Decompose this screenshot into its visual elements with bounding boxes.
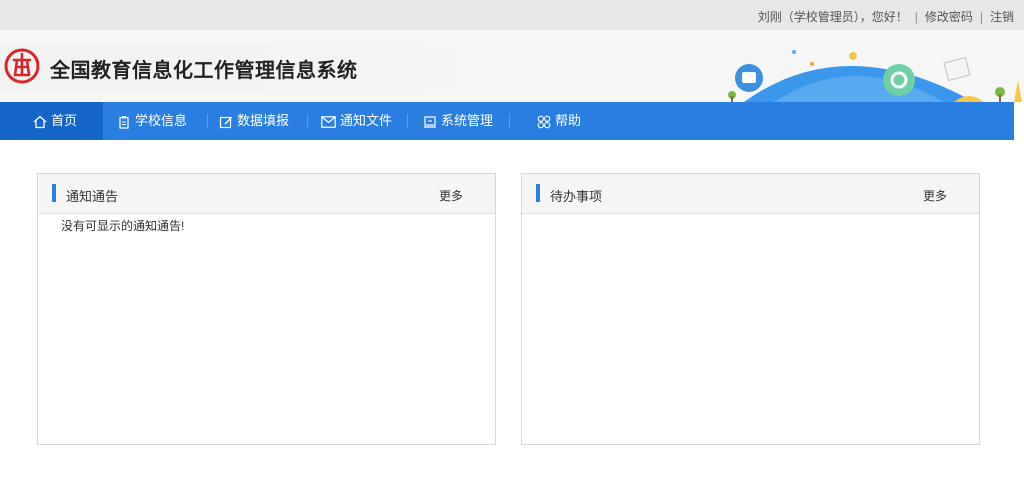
nav-item-label: 学校信息 <box>135 113 188 128</box>
education-seal-icon <box>4 48 40 84</box>
banner-illustration <box>728 50 1022 102</box>
separator: | <box>914 10 918 24</box>
user-greeting: 刘刚（学校管理员），您好！ <box>757 10 908 24</box>
panel-title: 通知通告 <box>66 189 119 204</box>
main-nav: 首页 学校信息 数据填报 通知文件 系统管理 帮助 <box>0 102 1014 140</box>
notices-panel: 通知通告 更多 没有可显示的通知通告! <box>37 173 496 445</box>
todos-more-link[interactable]: 更多 <box>923 187 947 204</box>
user-info: 刘刚（学校管理员），您好！ | 修改密码 | 注销 <box>758 8 1014 25</box>
todos-body <box>522 214 979 217</box>
grid-icon <box>537 115 551 128</box>
home-icon <box>33 115 47 128</box>
panel-title: 待办事项 <box>550 189 603 204</box>
nav-item-label: 通知文件 <box>340 113 393 128</box>
top-bar: 刘刚（学校管理员），您好！ | 修改密码 | 注销 <box>0 0 1024 30</box>
nav-item-help[interactable]: 帮助 <box>537 102 581 140</box>
nav-item-label: 系统管理 <box>441 113 494 128</box>
system-title: 全国教育信息化工作管理信息系统 <box>50 60 358 82</box>
notices-body: 没有可显示的通知通告! <box>38 214 495 234</box>
monitor-icon <box>424 115 436 128</box>
clipboard-icon <box>119 115 129 129</box>
nav-item-system-admin[interactable]: 系统管理 <box>423 102 493 140</box>
accent-bar <box>52 184 56 202</box>
nav-item-label: 首页 <box>51 113 78 128</box>
separator: | <box>979 10 983 24</box>
nav-item-label: 数据填报 <box>237 113 290 128</box>
nav-item-notice-files[interactable]: 通知文件 <box>321 102 392 140</box>
change-password-link[interactable]: 修改密码 <box>925 10 973 24</box>
nav-item-school-info[interactable]: 学校信息 <box>117 102 187 140</box>
nav-item-data-entry[interactable]: 数据填报 <box>219 102 289 140</box>
accent-bar <box>536 184 540 202</box>
panel-header: 通知通告 更多 <box>38 174 495 214</box>
empty-message: 没有可显示的通知通告! <box>61 219 185 233</box>
panel-header: 待办事项 更多 <box>522 174 979 214</box>
edit-icon <box>219 116 233 128</box>
logout-link[interactable]: 注销 <box>990 10 1014 24</box>
nav-divider <box>509 114 510 128</box>
header-banner: 全国教育信息化工作管理信息系统 <box>0 30 1024 102</box>
nav-item-home[interactable]: 首页 <box>0 102 103 140</box>
nav-divider <box>307 114 308 128</box>
nav-divider <box>407 114 408 128</box>
nav-item-label: 帮助 <box>555 113 582 128</box>
todos-panel: 待办事项 更多 <box>521 173 980 445</box>
nav-divider <box>207 114 208 128</box>
notices-more-link[interactable]: 更多 <box>439 187 463 204</box>
mail-icon <box>321 115 336 128</box>
